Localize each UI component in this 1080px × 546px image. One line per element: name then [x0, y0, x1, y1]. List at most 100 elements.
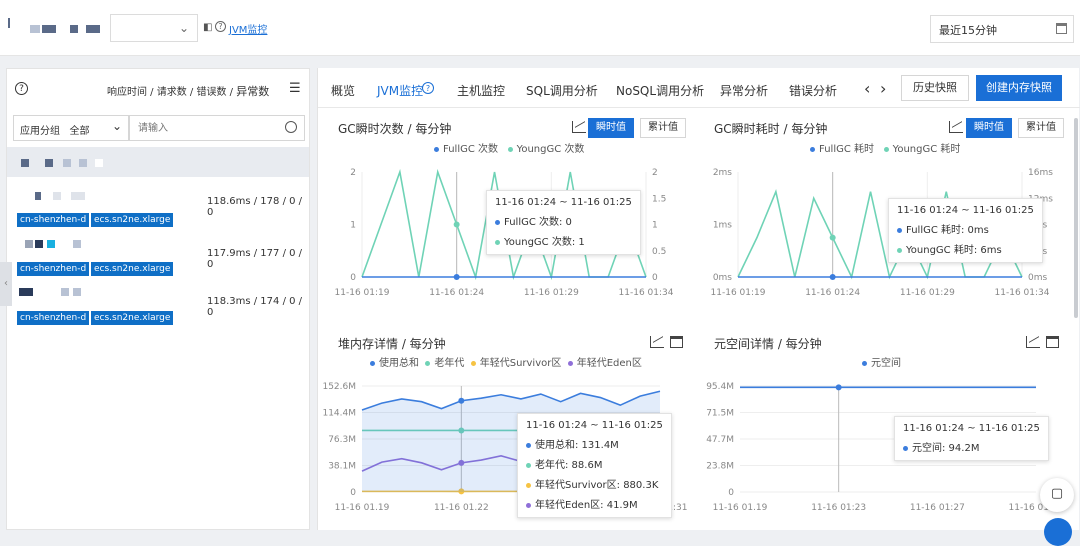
x-tick-label: 11-16 01.19: [335, 503, 390, 513]
collapse-handle[interactable]: ‹: [0, 262, 12, 306]
hover-point: [458, 398, 464, 404]
instance-metrics: 118.6ms / 178 / 0 / 0: [207, 196, 309, 218]
x-tick-label: 11-16 01:34: [619, 288, 674, 298]
tooltip-row: 老年代: 88.6M: [526, 456, 663, 471]
tab-exception[interactable]: 异常分析: [720, 82, 768, 99]
tooltip-row: 年轻代Eden区: 41.9M: [526, 496, 663, 511]
list-item[interactable]: 117.9ms / 177 / 0 / 0 cn-shenzhen-d ecs.…: [7, 235, 309, 281]
tab-nosql[interactable]: NoSQL调用分析: [616, 82, 704, 99]
search-icon[interactable]: [285, 121, 297, 133]
history-snapshot-button[interactable]: 历史快照: [901, 75, 969, 101]
zone-tag: cn-shenzhen-d: [17, 262, 89, 276]
hover-point: [454, 222, 460, 228]
scrollbar[interactable]: [1074, 118, 1078, 318]
chat-icon[interactable]: ▢: [1040, 478, 1074, 512]
group-label: 应用分组: [20, 126, 60, 137]
y-right-tick-label: 1: [652, 221, 658, 231]
tooltip-time: 11-16 01:24 ~ 11-16 01:25: [903, 423, 1040, 434]
col-errors[interactable]: 错误数: [196, 87, 226, 98]
chevron-right-icon[interactable]: ›: [880, 79, 886, 98]
y-right-tick-label: 0.5: [652, 247, 666, 257]
y-tick-label: 1ms: [713, 221, 732, 231]
tooltip-row: 使用总和: 131.4M: [526, 436, 663, 451]
tooltip-row: 年轻代Survivor区: 880.3K: [526, 476, 663, 491]
tooltip-row: YoungGC 耗时: 6ms: [897, 241, 1034, 256]
tooltip-row: YoungGC 次数: 1: [495, 233, 632, 248]
tab-jvm[interactable]: JVM监控: [377, 82, 423, 99]
x-tick-label: 11-16 01:29: [524, 288, 579, 298]
tab-bar: 概览 JVM监控 ? 主机监控 SQL调用分析 NoSQL调用分析 异常分析 错…: [318, 68, 1080, 108]
y-right-tick-label: 1.5: [652, 194, 666, 204]
x-tick-label: 11-16 01.19: [713, 503, 768, 513]
chevron-down-icon: ⌄: [179, 21, 189, 35]
redacted-block: [47, 240, 55, 248]
tab-overview[interactable]: 概览: [331, 82, 355, 99]
time-range-value: 最近15分钟: [939, 24, 997, 37]
chevron-left-icon[interactable]: ‹: [864, 79, 870, 98]
instance-panel: ? 响应时间 / 请求数 / 错误数 / 异常数 ☰ 应用分组 全部 ⌄ 118…: [6, 68, 310, 530]
y-tick-label: 0ms: [713, 273, 732, 283]
app-name-redacted: [8, 18, 10, 28]
search-input[interactable]: [129, 115, 305, 141]
tooltip-time: 11-16 01:24 ~ 11-16 01:25: [495, 197, 632, 208]
app-name-redacted: [86, 25, 100, 33]
tab-host[interactable]: 主机监控: [457, 82, 505, 99]
time-range-select[interactable]: 最近15分钟: [930, 15, 1074, 43]
zone-tag: cn-shenzhen-d: [17, 213, 89, 227]
instance-type-tag: ecs.sn2ne.xlarge: [91, 262, 173, 276]
tab-error[interactable]: 错误分析: [789, 82, 837, 99]
jvm-monitor-link[interactable]: JVM监控: [229, 21, 267, 36]
y-tick-label: 2ms: [713, 168, 732, 178]
app-name-redacted: [42, 25, 56, 33]
x-tick-label: 11-16 01:19: [335, 288, 390, 298]
redacted-block: [63, 159, 71, 167]
list-item[interactable]: 118.3ms / 174 / 0 / 0 cn-shenzhen-d ecs.…: [7, 283, 309, 329]
redacted-block: [61, 288, 69, 296]
zone-tag: cn-shenzhen-d: [17, 311, 89, 325]
help-icon: ?: [215, 21, 226, 32]
create-snapshot-button[interactable]: 创建内存快照: [976, 75, 1062, 101]
help-icon[interactable]: ?: [15, 82, 28, 95]
y-tick-label: 95.4M: [706, 382, 734, 392]
x-tick-label: 11-16 01:24: [429, 288, 484, 298]
metaspace-card: 元空间详情 / 每分钟 元空间 023.8M47.7M71.5M95.4M11-…: [696, 325, 1072, 530]
instance-type-tag: ecs.sn2ne.xlarge: [91, 311, 173, 325]
y-tick-label: 47.7M: [706, 435, 734, 445]
x-tick-label: 11-16 01:34: [995, 288, 1050, 298]
chart-tooltip: 11-16 01:24 ~ 11-16 01:25 元空间: 94.2M: [894, 416, 1049, 461]
instance-type-tag: ecs.sn2ne.xlarge: [91, 213, 173, 227]
y-tick-label: 152.6M: [322, 382, 356, 392]
hover-point: [830, 274, 836, 280]
x-tick-label: 11-16 01.22: [434, 503, 489, 513]
y-right-tick-label: 16ms: [1028, 168, 1053, 178]
chart-tooltip: 11-16 01:24 ~ 11-16 01:25 使用总和: 131.4M 老…: [517, 413, 672, 518]
menu-icon[interactable]: ☰: [289, 81, 301, 96]
selected-app-row[interactable]: [7, 147, 309, 177]
y-tick-label: 0: [350, 273, 356, 283]
redacted-block: [25, 240, 33, 248]
link-icon[interactable]: ◧: [203, 22, 212, 33]
redacted-block: [21, 159, 29, 167]
col-exceptions[interactable]: 异常数: [236, 85, 269, 98]
col-requests[interactable]: 请求数: [157, 87, 187, 98]
chart-tooltip: 11-16 01:24 ~ 11-16 01:25 FullGC 次数: 0 Y…: [486, 190, 641, 255]
y-tick-label: 2: [350, 168, 356, 178]
redacted-block: [35, 240, 43, 248]
help-float-button[interactable]: [1044, 518, 1072, 546]
redacted-block: [45, 159, 53, 167]
redacted-block: [95, 159, 103, 167]
group-select[interactable]: 应用分组 全部 ⌄: [13, 115, 129, 141]
app-selector[interactable]: ⌄: [110, 14, 198, 42]
y-right-tick-label: 2: [652, 168, 658, 178]
hover-point: [830, 235, 836, 241]
redacted-block: [19, 288, 33, 296]
tab-sql[interactable]: SQL调用分析: [526, 82, 598, 99]
list-item[interactable]: 118.6ms / 178 / 0 / 0 cn-shenzhen-d ecs.…: [7, 187, 309, 233]
heap-card: 堆内存详情 / 每分钟 使用总和 老年代 年轻代Survivor区 年轻代Ede…: [318, 325, 692, 530]
x-tick-label: 11-16 01:24: [805, 288, 860, 298]
chart-tooltip: 11-16 01:24 ~ 11-16 01:25 FullGC 耗时: 0ms…: [888, 198, 1043, 263]
tooltip-row: FullGC 次数: 0: [495, 213, 632, 228]
col-response-time[interactable]: 响应时间: [107, 87, 147, 98]
x-tick-label: 11-16 01:19: [711, 288, 766, 298]
y-right-tick-label: 0ms: [1028, 273, 1047, 283]
